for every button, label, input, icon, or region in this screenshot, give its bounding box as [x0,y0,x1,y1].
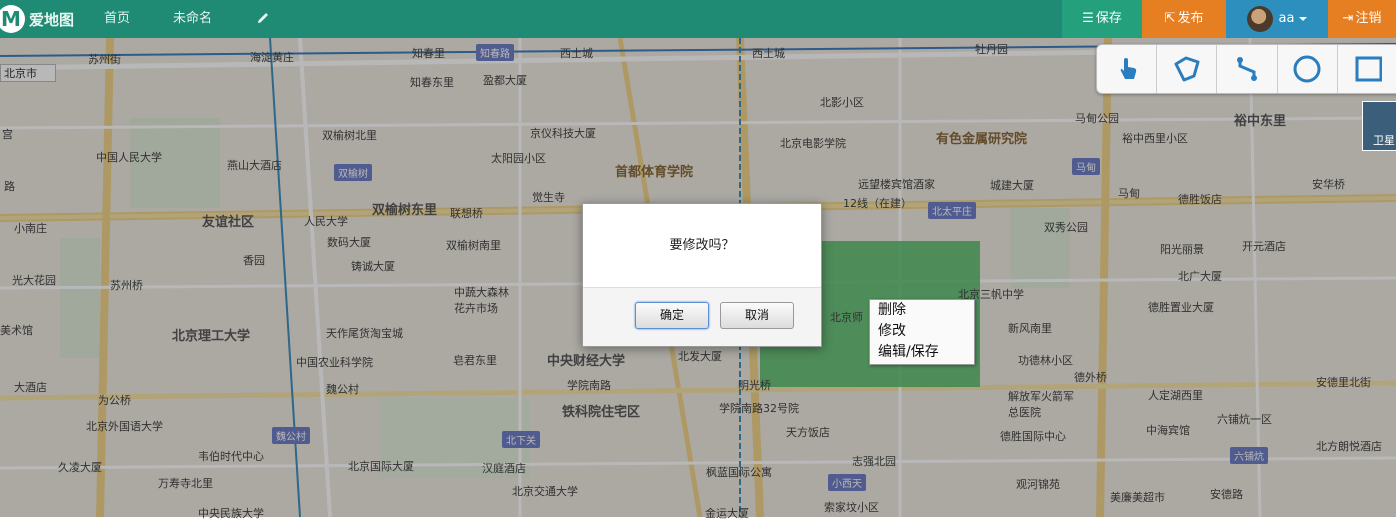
chevron-down-icon [1299,16,1308,21]
menu-item-delete[interactable]: 删除 [870,300,974,321]
app-name: 爱地图 [29,10,75,29]
polygon-tool[interactable] [1157,45,1218,93]
circle-tool[interactable] [1278,45,1338,93]
publish-label: 发布 [1177,11,1204,26]
database-icon: ☰ [1082,11,1094,26]
nav-home[interactable]: 首页 [104,0,130,38]
top-bar: M 爱地图 首页 未命名 ☰ 保存 ⇱ 发布 aa ⇥ 注销 [0,0,1396,38]
map-title[interactable]: 未命名 [173,0,212,38]
context-menu: 删除 修改 编辑/保存 [869,299,975,365]
logo-mark: M [0,5,25,33]
dialog-message: 要修改吗？ [669,238,735,253]
polyline-tool[interactable] [1217,45,1278,93]
avatar [1246,5,1273,32]
publish-button[interactable]: ⇱ 发布 [1142,0,1226,38]
logout-button[interactable]: ⇥ 注销 [1328,0,1396,38]
pan-tool[interactable] [1097,45,1158,93]
polygon-icon [1174,56,1200,82]
pan-hand-icon [1120,58,1136,79]
ok-button[interactable]: 确定 [635,302,709,329]
menu-item-edit-save[interactable]: 编辑/保存 [870,342,974,363]
satellite-toggle[interactable]: 卫星 [1362,101,1396,151]
cancel-button[interactable]: 取消 [720,302,794,329]
user-menu[interactable]: aa [1226,0,1328,38]
pencil-icon[interactable] [255,10,271,26]
external-link-icon: ⇱ [1164,11,1176,26]
circle-icon [1293,55,1321,83]
satellite-label: 卫星 [1373,134,1395,147]
logout-label: 注销 [1355,11,1382,26]
confirm-dialog: 要修改吗？ 确定 取消 [582,203,822,347]
app-logo[interactable]: M 爱地图 [0,4,74,34]
rectangle-icon [1355,56,1383,82]
rectangle-tool[interactable] [1338,45,1396,93]
save-button[interactable]: ☰ 保存 [1062,0,1142,38]
save-label: 保存 [1095,11,1122,26]
polyline-icon [1237,57,1257,81]
username: aa [1278,11,1295,26]
dialog-footer: 确定 取消 [583,287,821,346]
drawing-toolbar [1096,44,1396,94]
menu-item-modify[interactable]: 修改 [870,321,974,342]
sign-out-icon: ⇥ [1342,11,1354,26]
